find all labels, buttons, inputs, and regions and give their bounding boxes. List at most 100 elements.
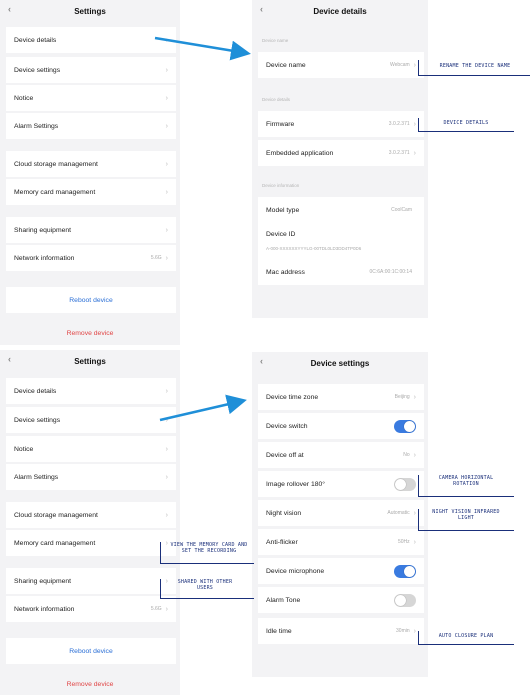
section-label: Device details xyxy=(262,97,291,102)
item-label: Device details xyxy=(14,387,57,395)
page-title: Device settings xyxy=(310,358,370,368)
settings-item-memory-card[interactable]: Memory card management › xyxy=(6,179,176,205)
item-label: Alarm Settings xyxy=(14,122,59,130)
settings-item-alarm[interactable]: Alarm Settings › xyxy=(6,464,176,490)
item-label: Idle time xyxy=(266,627,292,635)
settings-item-cloud[interactable]: Cloud storage management › xyxy=(6,151,176,177)
item-label: Cloud storage management xyxy=(14,160,98,168)
item-label: Embedded application xyxy=(266,149,334,157)
chevron-right-icon: › xyxy=(413,149,416,157)
chevron-right-icon: › xyxy=(413,393,416,401)
item-label: Network information xyxy=(14,605,75,613)
device-switch-toggle[interactable] xyxy=(394,419,416,433)
item-label: Notice xyxy=(14,445,34,453)
back-icon[interactable]: ‹ xyxy=(8,354,11,364)
anti-flicker-row[interactable]: Anti-flicker 50Hz › xyxy=(258,529,424,555)
settings-item-device-details[interactable]: Device details › xyxy=(6,27,176,53)
settings-item-notice[interactable]: Notice › xyxy=(6,436,176,462)
reboot-button[interactable]: Reboot device xyxy=(6,287,176,313)
item-label: Cloud storage management xyxy=(14,511,98,519)
item-value: 3.0.2.371 xyxy=(388,121,410,127)
item-label: Device name xyxy=(266,61,306,69)
image-rollover-toggle[interactable] xyxy=(394,477,416,491)
off-at-row[interactable]: Device off at No › xyxy=(258,442,424,468)
chevron-right-icon: › xyxy=(165,36,168,44)
toggle-knob xyxy=(395,594,406,606)
chevron-right-icon: › xyxy=(165,66,168,74)
remove-device-button[interactable]: Remove device xyxy=(0,330,180,337)
chevron-right-icon: › xyxy=(165,416,168,424)
settings-item-memory-card[interactable]: Memory card management › xyxy=(6,530,176,556)
annotation-rotation: CAMERA HORIZONTAL ROTATION xyxy=(438,475,494,487)
settings-item-network[interactable]: Network information 5.6G › xyxy=(6,596,176,622)
chevron-right-icon: › xyxy=(413,120,416,128)
chevron-right-icon: › xyxy=(165,605,168,613)
settings-item-notice[interactable]: Notice › xyxy=(6,85,176,111)
settings-item-network[interactable]: Network information 5.6G › xyxy=(6,245,176,271)
back-icon[interactable]: ‹ xyxy=(8,4,11,14)
item-label: Device microphone xyxy=(266,567,325,575)
device-details-panel: ‹ Device details Device name Device name… xyxy=(252,0,428,318)
embedded-app-row[interactable]: Embedded application 3.0.2.371 › xyxy=(258,140,424,166)
device-name-row[interactable]: Device name Webcam › xyxy=(258,52,424,78)
annotation-details: DEVICE DETAILS xyxy=(443,120,489,126)
annotation-memory: VIEW THE MEMORY CARD AND SET THE RECORDI… xyxy=(170,542,248,554)
settings-item-sharing[interactable]: Sharing equipment › xyxy=(6,217,176,243)
item-value: CoolCam xyxy=(391,207,412,213)
time-zone-row[interactable]: Device time zone Beijing › xyxy=(258,384,424,410)
annotation-night: NIGHT VISION INFRARED LIGHT xyxy=(432,509,500,521)
device-details-header: ‹ Device details xyxy=(252,0,428,22)
item-label: Device settings xyxy=(14,416,61,424)
item-label: Anti-flicker xyxy=(266,538,298,546)
annotation-idle: AUTO CLOSURE PLAN xyxy=(438,633,494,639)
firmware-row[interactable]: Firmware 3.0.2.371 › xyxy=(258,111,424,137)
item-label: Alarm Tone xyxy=(266,596,301,604)
item-value: A-000-XXXXXXYYYLG-00TDL0LD3DD4TP0D6 xyxy=(266,246,362,251)
chevron-right-icon: › xyxy=(165,94,168,102)
page-title: Settings xyxy=(74,356,106,366)
device-settings-header: ‹ Device settings xyxy=(252,352,428,374)
annotation-share: SHARED WITH OTHER USERS xyxy=(177,579,233,591)
device-settings-panel: ‹ Device settings Device time zone Beijin… xyxy=(252,352,428,677)
night-vision-row[interactable]: Night vision Automatic › xyxy=(258,500,424,526)
settings-item-device-settings[interactable]: Device settings › xyxy=(6,57,176,83)
item-label: Firmware xyxy=(266,120,295,128)
remove-device-button[interactable]: Remove device xyxy=(0,681,180,688)
chevron-right-icon: › xyxy=(165,473,168,481)
back-icon[interactable]: ‹ xyxy=(260,356,263,366)
alarm-tone-row: Alarm Tone xyxy=(258,587,424,613)
item-label: Memory card management xyxy=(14,188,96,196)
image-rollover-row: Image rollover 180° xyxy=(258,471,424,497)
item-label: Network information xyxy=(14,254,75,262)
settings-item-device-settings[interactable]: Device settings › xyxy=(6,407,176,433)
reboot-label: Reboot device xyxy=(69,647,113,655)
chevron-right-icon: › xyxy=(165,122,168,130)
toggle-knob xyxy=(404,565,415,577)
section-label: Device name xyxy=(262,38,289,43)
item-label: Mac address xyxy=(266,268,305,276)
item-label: Sharing equipment xyxy=(14,226,72,234)
chevron-right-icon: › xyxy=(413,627,416,635)
reboot-button[interactable]: Reboot device xyxy=(6,638,176,664)
settings-item-sharing[interactable]: Sharing equipment › xyxy=(6,568,176,594)
chevron-right-icon: › xyxy=(165,188,168,196)
item-value: No xyxy=(403,452,410,458)
toggle-knob xyxy=(395,478,406,490)
model-row: Model type CoolCam xyxy=(258,197,424,223)
device-id-row: Device ID A-000-XXXXXXYYYLG-00TDL0LD3DD4… xyxy=(258,223,424,259)
item-label: Device time zone xyxy=(266,393,319,401)
toggle-knob xyxy=(404,420,415,432)
back-icon[interactable]: ‹ xyxy=(260,4,263,14)
settings-item-alarm[interactable]: Alarm Settings › xyxy=(6,113,176,139)
page-title: Device details xyxy=(313,6,367,16)
item-label: Model type xyxy=(266,206,300,214)
microphone-toggle[interactable] xyxy=(394,564,416,578)
chevron-right-icon: › xyxy=(413,61,416,69)
chevron-right-icon: › xyxy=(165,445,168,453)
section-label: Device information xyxy=(262,183,300,188)
settings-item-cloud[interactable]: Cloud storage management › xyxy=(6,502,176,528)
alarm-tone-toggle[interactable] xyxy=(394,593,416,607)
idle-time-row[interactable]: Idle time 30min › xyxy=(258,618,424,644)
settings-item-device-details[interactable]: Device details › xyxy=(6,378,176,404)
settings-panel-bottom: ‹ Settings Device details › Device settin… xyxy=(0,350,180,695)
